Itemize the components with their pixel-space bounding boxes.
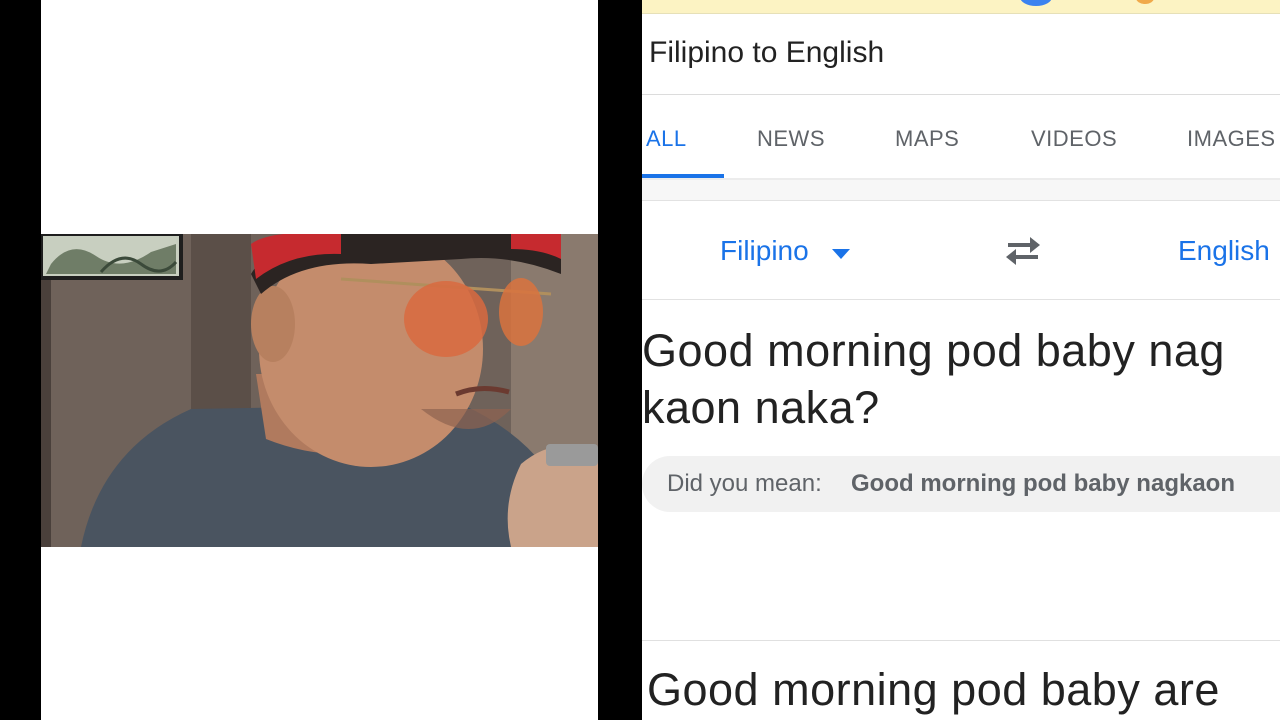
top-bar (642, 0, 1280, 14)
source-text-line: kaon naka? (642, 382, 880, 433)
source-text-line: Good morning pod baby nag (642, 325, 1225, 376)
video-pane (41, 0, 598, 720)
webcam-video (41, 234, 598, 547)
app-icon[interactable] (1020, 0, 1052, 6)
tab-news[interactable]: NEWS (757, 126, 825, 152)
swap-arrows-icon[interactable] (1000, 233, 1046, 269)
did-you-mean-chip[interactable]: Did you mean: Good morning pod baby nagk… (642, 456, 1280, 512)
phone-screen: Filipino to English ALL NEWS MAPS VIDEOS… (642, 0, 1280, 720)
target-language-select[interactable]: English (1178, 235, 1270, 267)
divider (642, 94, 1280, 95)
search-tabs: ALL NEWS MAPS VIDEOS IMAGES (642, 96, 1280, 178)
source-language-select[interactable]: Filipino (720, 235, 809, 267)
source-text[interactable]: Good morning pod baby nag kaon naka? (642, 322, 1280, 436)
language-selector: Filipino English (642, 201, 1280, 299)
tab-all[interactable]: ALL (646, 126, 687, 152)
screen: Filipino to English ALL NEWS MAPS VIDEOS… (0, 0, 1280, 720)
translation-result: Good morning pod baby are (647, 664, 1220, 715)
search-query[interactable]: Filipino to English (649, 36, 884, 70)
divider (642, 299, 1280, 300)
tab-videos[interactable]: VIDEOS (1031, 126, 1117, 152)
divider (642, 640, 1280, 641)
app-icon[interactable] (1136, 0, 1154, 4)
tab-images[interactable]: IMAGES (1187, 126, 1276, 152)
did-you-mean-suggestion[interactable]: Good morning pod baby nagkaon (851, 470, 1235, 498)
tab-maps[interactable]: MAPS (895, 126, 959, 152)
did-you-mean-label: Did you mean: (667, 470, 822, 497)
section-gap (642, 180, 1280, 201)
webcam-video-illustration (41, 234, 598, 547)
chevron-down-icon[interactable] (832, 249, 850, 259)
